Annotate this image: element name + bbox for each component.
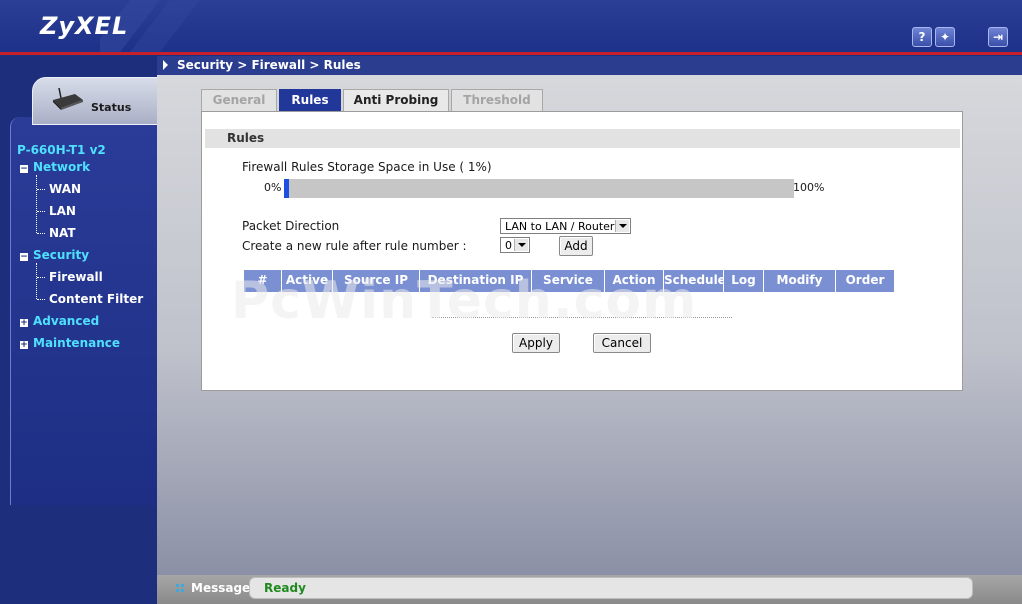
tree-connector bbox=[36, 175, 37, 233]
header-bar: ZyXEL ? ✦ ⇥ bbox=[0, 0, 1022, 52]
grip-dots-icon bbox=[176, 584, 184, 592]
header-stripe-decoration bbox=[100, 0, 340, 52]
sidebar: Status P-660H-T1 v2 − Network WAN LAN NA… bbox=[0, 55, 158, 604]
storage-label: Firewall Rules Storage Space in Use ( 1%… bbox=[242, 160, 492, 174]
device-model: P-660H-T1 v2 bbox=[17, 143, 106, 157]
sidebar-item-content-filter[interactable]: Content Filter bbox=[49, 292, 143, 306]
chevron-down-icon bbox=[514, 239, 528, 251]
cancel-button[interactable]: Cancel bbox=[593, 333, 651, 353]
network-collapse-icon[interactable]: − bbox=[20, 165, 28, 174]
column-order: Order bbox=[836, 270, 894, 292]
packet-direction-select[interactable]: LAN to LAN / Router bbox=[500, 218, 631, 234]
new-rule-label: Create a new rule after rule number : bbox=[242, 239, 467, 253]
status-message: Ready bbox=[264, 581, 306, 595]
column-source-ip: Source IP bbox=[333, 270, 420, 292]
rules-table-header: # Active Source IP Destination IP Servic… bbox=[244, 270, 894, 292]
tree-connector bbox=[37, 211, 45, 212]
column-destination-ip: Destination IP bbox=[420, 270, 532, 292]
sidebar-item-lan[interactable]: LAN bbox=[49, 204, 76, 218]
message-bar: Message Ready bbox=[157, 575, 1022, 604]
help-icon[interactable]: ? bbox=[912, 27, 932, 47]
wizard-icon[interactable]: ✦ bbox=[935, 27, 955, 47]
tree-connector bbox=[36, 263, 37, 299]
packet-direction-label: Packet Direction bbox=[242, 219, 340, 233]
sidebar-nav-panel bbox=[10, 117, 158, 505]
status-button[interactable]: Status bbox=[32, 77, 158, 125]
chevron-down-icon bbox=[615, 220, 629, 232]
rule-number-select[interactable]: 0 bbox=[500, 237, 530, 253]
tree-connector bbox=[37, 189, 45, 190]
router-icon bbox=[53, 88, 83, 110]
tab-threshold[interactable]: Threshold bbox=[451, 89, 543, 111]
main-content: General Rules Anti Probing Threshold Rul… bbox=[157, 75, 1022, 575]
progress-min-label: 0% bbox=[264, 181, 282, 194]
tree-connector bbox=[37, 277, 45, 278]
tab-anti-probing[interactable]: Anti Probing bbox=[343, 89, 449, 111]
sidebar-item-advanced[interactable]: Advanced bbox=[33, 314, 99, 328]
sidebar-item-security[interactable]: Security bbox=[33, 248, 89, 262]
column-action: Action bbox=[605, 270, 664, 292]
rules-panel: Rules Firewall Rules Storage Space in Us… bbox=[201, 111, 963, 391]
column-modify: Modify bbox=[764, 270, 836, 292]
breadcrumb-arrow-icon bbox=[163, 60, 168, 70]
add-button[interactable]: Add bbox=[559, 236, 593, 256]
sidebar-item-nat[interactable]: NAT bbox=[49, 226, 76, 240]
logout-icon[interactable]: ⇥ bbox=[988, 27, 1008, 47]
tree-connector bbox=[37, 299, 45, 300]
message-field: Ready bbox=[249, 577, 973, 599]
message-label: Message bbox=[191, 581, 251, 595]
zyxel-logo: ZyXEL bbox=[40, 12, 129, 40]
column-log: Log bbox=[724, 270, 764, 292]
packet-direction-value: LAN to LAN / Router bbox=[505, 220, 615, 233]
section-title: Rules bbox=[227, 131, 265, 145]
status-label: Status bbox=[91, 101, 132, 114]
sidebar-item-wan[interactable]: WAN bbox=[49, 182, 81, 196]
sidebar-item-maintenance[interactable]: Maintenance bbox=[33, 336, 120, 350]
breadcrumb-bar: Security > Firewall > Rules bbox=[157, 56, 1022, 75]
column-number: # bbox=[244, 270, 282, 292]
tab-rules[interactable]: Rules bbox=[279, 89, 341, 111]
section-header: Rules bbox=[205, 129, 960, 148]
breadcrumb: Security > Firewall > Rules bbox=[177, 58, 361, 72]
tree-connector bbox=[37, 233, 45, 234]
security-collapse-icon[interactable]: − bbox=[20, 253, 28, 262]
rule-number-value: 0 bbox=[505, 239, 512, 252]
storage-progress-bar bbox=[284, 179, 794, 198]
tab-general[interactable]: General bbox=[201, 89, 277, 111]
table-divider bbox=[432, 317, 732, 318]
maintenance-expand-icon[interactable]: + bbox=[20, 341, 28, 350]
column-schedule: Schedule bbox=[664, 270, 724, 292]
progress-max-label: 100% bbox=[793, 181, 825, 194]
sidebar-item-network[interactable]: Network bbox=[33, 160, 90, 174]
storage-progress-fill bbox=[284, 179, 289, 198]
column-service: Service bbox=[532, 270, 605, 292]
apply-button[interactable]: Apply bbox=[512, 333, 560, 353]
advanced-expand-icon[interactable]: + bbox=[20, 319, 28, 328]
column-active: Active bbox=[282, 270, 333, 292]
sidebar-item-firewall[interactable]: Firewall bbox=[49, 270, 103, 284]
